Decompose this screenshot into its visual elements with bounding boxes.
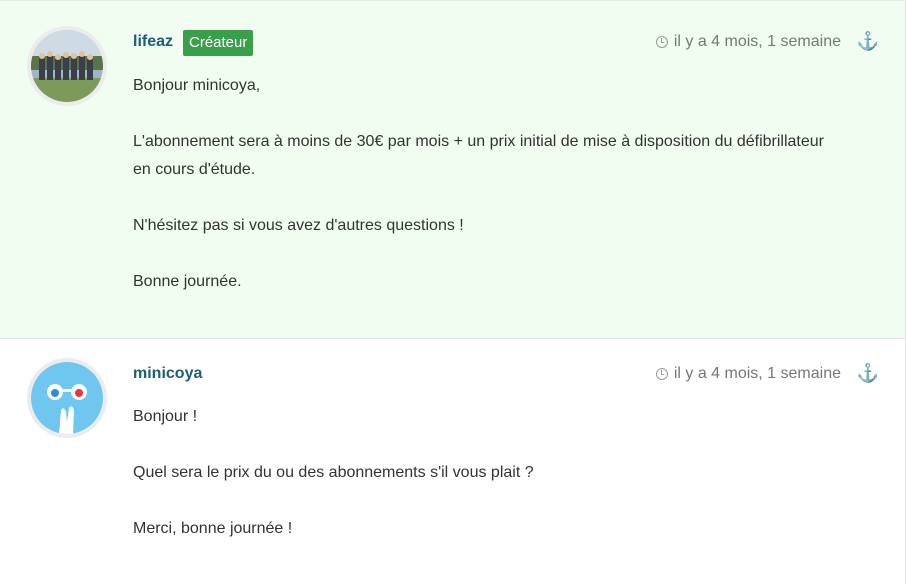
author-name[interactable]: minicoya [133, 365, 202, 383]
group-photo-avatar [31, 30, 103, 102]
avatar[interactable] [27, 26, 107, 106]
anchor-icon[interactable]: ⚓ [857, 31, 879, 52]
comment-creator: lifeaz Créateur il y a 4 mois, 1 semaine… [0, 0, 906, 339]
creator-badge: Créateur [183, 30, 254, 56]
comment-paragraph: L'abonnement sera à moins de 30€ par moi… [133, 133, 824, 178]
comment-header: minicoya il y a 4 mois, 1 semaine ⚓ [133, 362, 905, 388]
comment-body: Bonjour ! Quel sera le prix du ou des ab… [133, 403, 833, 571]
glasses-face-avatar [31, 362, 103, 434]
timestamp: il y a 4 mois, 1 semaine [655, 365, 841, 383]
comment-paragraph: N'hésitez pas si vous avez d'autres ques… [133, 217, 464, 234]
timestamp-text: il y a 4 mois, 1 semaine [673, 365, 841, 382]
avatar[interactable] [27, 358, 107, 438]
comment-paragraph: Bonjour ! [133, 408, 198, 425]
clock-icon [655, 36, 668, 48]
comment-paragraph: Bonne journée. [133, 273, 242, 290]
timestamp: il y a 4 mois, 1 semaine [655, 33, 841, 51]
anchor-icon[interactable]: ⚓ [857, 363, 879, 384]
comment-paragraph: Quel sera le prix du ou des abonnements … [133, 464, 534, 481]
comment-paragraph: Bonjour minicoya, [133, 77, 261, 94]
comment-header: lifeaz Créateur il y a 4 mois, 1 semaine… [133, 30, 905, 56]
author-name[interactable]: lifeaz [133, 33, 173, 51]
timestamp-text: il y a 4 mois, 1 semaine [673, 33, 841, 50]
comment-body: Bonjour minicoya, L'abonnement sera à mo… [133, 72, 833, 324]
comment-user: minicoya il y a 4 mois, 1 semaine ⚓ Bonj… [0, 339, 906, 584]
comment-paragraph: Merci, bonne journée ! [133, 520, 293, 537]
clock-icon [655, 368, 668, 380]
